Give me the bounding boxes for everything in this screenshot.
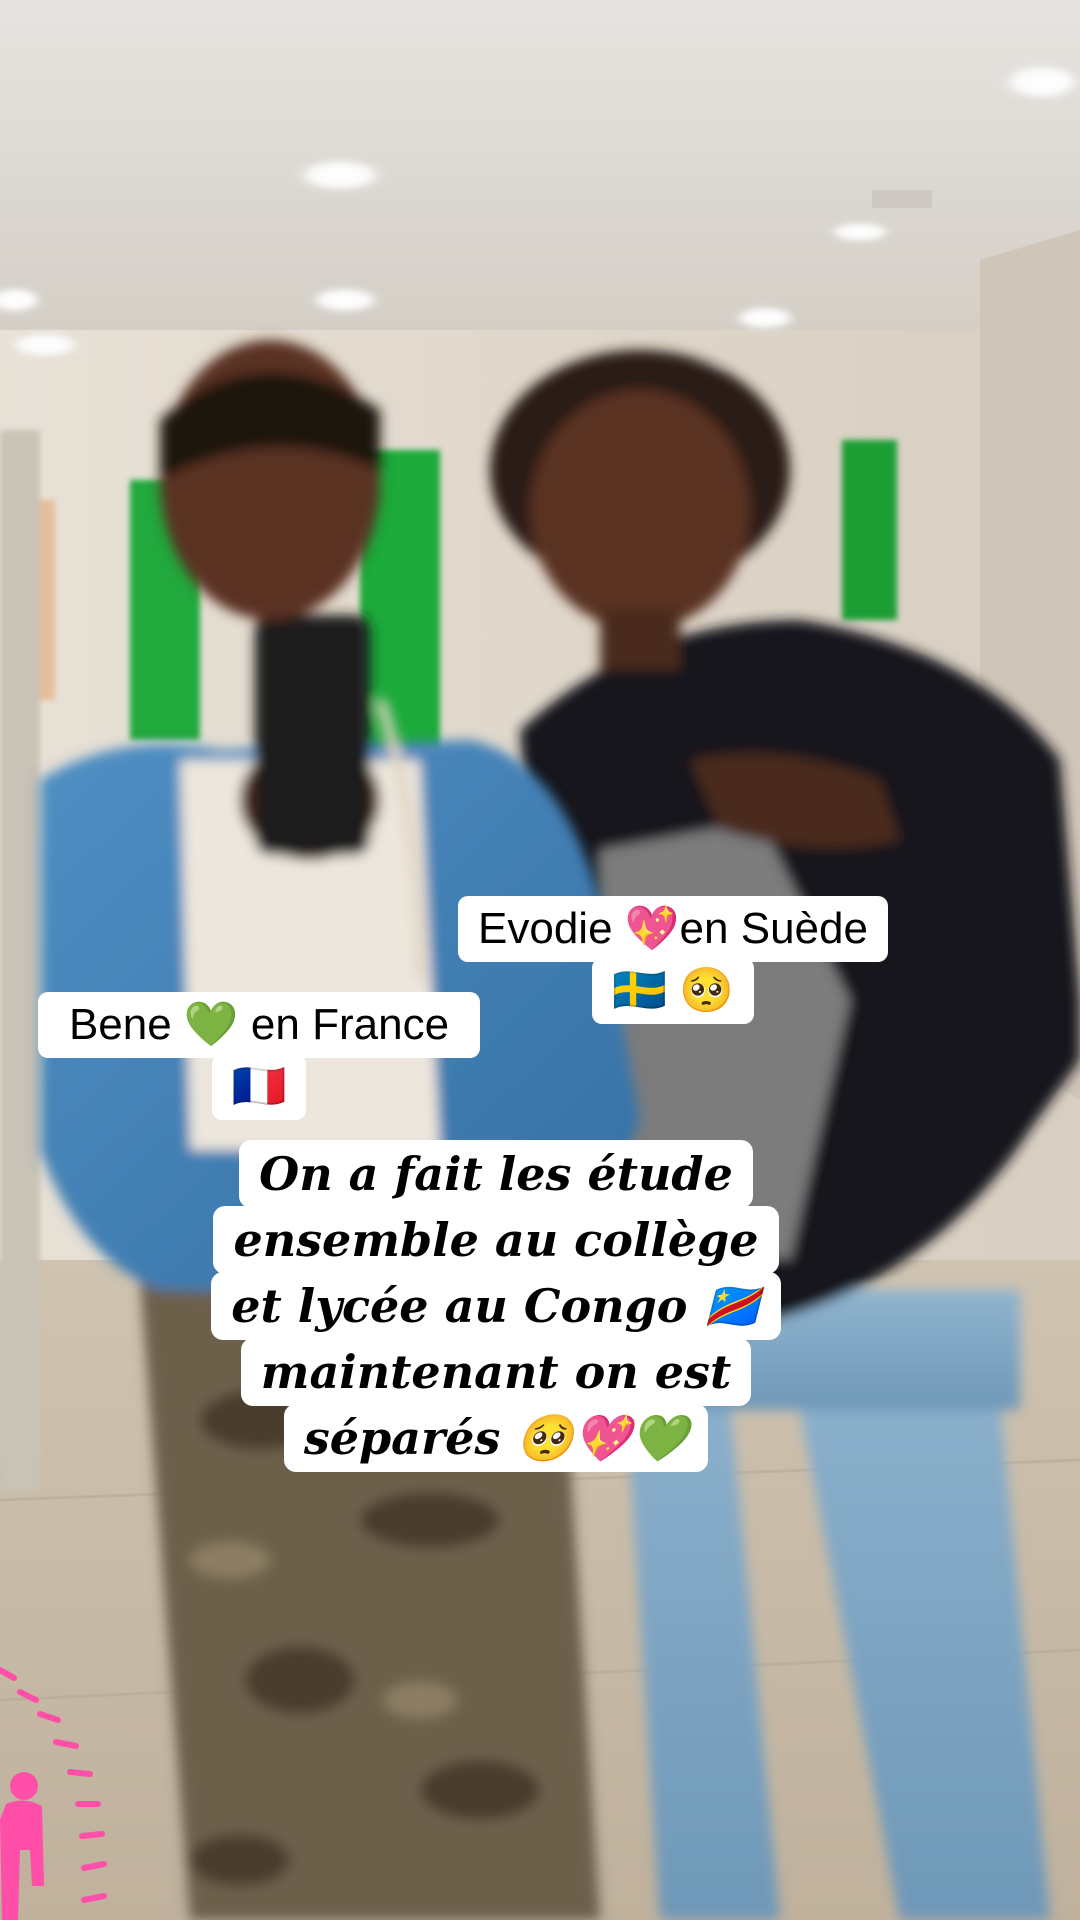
- caption-line-1: On a fait les étude: [239, 1140, 753, 1208]
- label-evodie-line2: 🇸🇪 🥺: [592, 958, 754, 1024]
- caption-line-2: ensemble au collège: [213, 1206, 779, 1274]
- story-frame: Evodie 💖en Suède 🇸🇪 🥺 Bene 💚 en France 🇫…: [0, 0, 1080, 1920]
- caption-line-5: séparés 🥺💖💚: [283, 1404, 709, 1472]
- label-bene-line1: Bene 💚 en France: [38, 992, 480, 1058]
- main-caption: On a fait les étude ensemble au collège …: [208, 1140, 784, 1472]
- caption-line-3: et lycée au Congo 🇨🇩: [211, 1272, 781, 1340]
- pink-figure-sticker-icon: [0, 1667, 107, 1920]
- label-bene: Bene 💚 en France 🇫🇷: [38, 992, 480, 1120]
- label-evodie-line1: Evodie 💖en Suède: [458, 896, 888, 962]
- label-evodie: Evodie 💖en Suède 🇸🇪 🥺: [450, 896, 896, 1024]
- caption-line-4: maintenant on est: [240, 1338, 752, 1406]
- label-bene-line2: 🇫🇷: [211, 1054, 307, 1120]
